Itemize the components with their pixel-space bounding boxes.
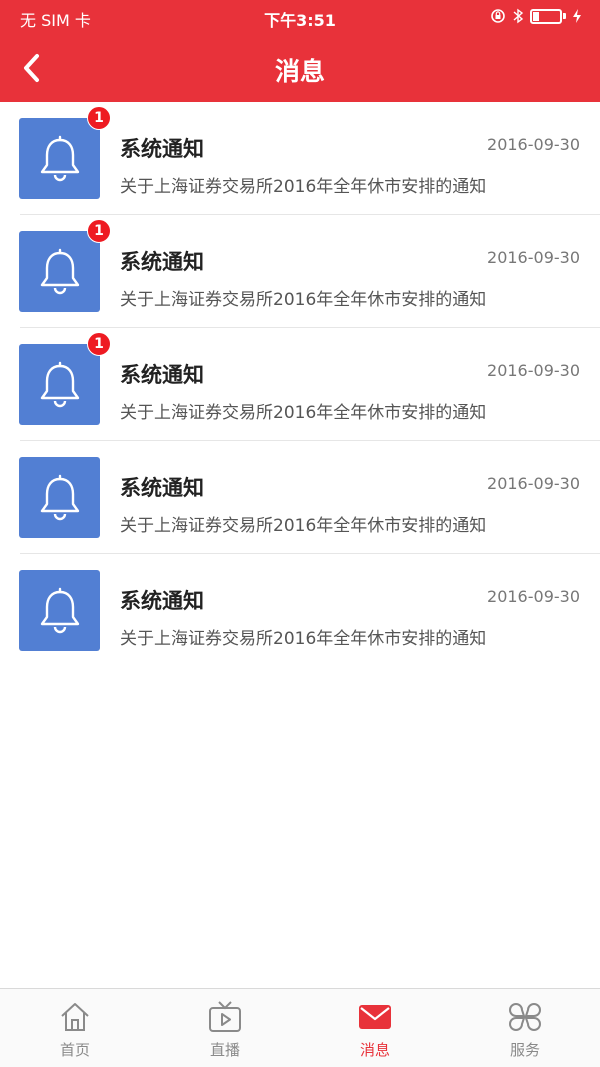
unread-badge: 1 <box>87 219 111 243</box>
message-icon-tile <box>19 570 100 651</box>
orientation-lock-icon <box>491 9 505 23</box>
message-item[interactable]: 1 系统通知 2016-09-30 关于上海证券交易所2016年全年休市安排的通… <box>0 215 600 328</box>
message-icon-tile <box>19 344 100 425</box>
grid-services-icon <box>507 999 543 1035</box>
bell-icon <box>40 474 79 520</box>
charging-icon <box>573 9 581 23</box>
message-desc: 关于上海证券交易所2016年全年休市安排的通知 <box>120 290 487 310</box>
message-item[interactable]: 系统通知 2016-09-30 关于上海证券交易所2016年全年休市安排的通知 <box>0 554 600 667</box>
tab-live[interactable]: 直播 <box>150 989 300 1067</box>
tab-bar: 首页 直播 消息 服务 <box>0 988 600 1067</box>
message-title: 系统通知 <box>120 137 204 161</box>
bell-icon <box>40 587 79 633</box>
message-item[interactable]: 1 系统通知 2016-09-30 关于上海证券交易所2016年全年休市安排的通… <box>0 328 600 441</box>
bell-icon <box>40 361 79 407</box>
page-title: 消息 <box>274 57 325 86</box>
home-icon <box>57 999 93 1035</box>
message-icon-tile <box>19 457 100 538</box>
bell-icon <box>40 248 79 294</box>
tab-label: 消息 <box>359 1041 390 1059</box>
message-title: 系统通知 <box>120 363 204 387</box>
bell-icon <box>40 135 79 181</box>
message-desc: 关于上海证券交易所2016年全年休市安排的通知 <box>120 177 487 197</box>
message-icon-tile <box>19 231 100 312</box>
message-item[interactable]: 系统通知 2016-09-30 关于上海证券交易所2016年全年休市安排的通知 <box>0 441 600 554</box>
message-desc: 关于上海证券交易所2016年全年休市安排的通知 <box>120 516 487 536</box>
message-date: 2016-09-30 <box>487 587 580 606</box>
mail-icon <box>357 999 393 1035</box>
unread-badge: 1 <box>87 332 111 356</box>
message-title: 系统通知 <box>120 476 204 500</box>
tab-label: 首页 <box>59 1041 90 1059</box>
message-date: 2016-09-30 <box>487 135 580 154</box>
tab-home[interactable]: 首页 <box>0 989 150 1067</box>
message-title: 系统通知 <box>120 589 204 613</box>
message-date: 2016-09-30 <box>487 474 580 493</box>
bluetooth-icon <box>513 8 524 24</box>
tab-services[interactable]: 服务 <box>450 989 600 1067</box>
status-icons <box>490 8 582 24</box>
message-list: 1 系统通知 2016-09-30 关于上海证券交易所2016年全年休市安排的通… <box>0 102 600 667</box>
battery-icon <box>530 8 566 24</box>
tv-play-icon <box>207 999 243 1035</box>
message-item[interactable]: 1 系统通知 2016-09-30 关于上海证券交易所2016年全年休市安排的通… <box>0 102 600 215</box>
message-title: 系统通知 <box>120 250 204 274</box>
message-icon-tile <box>19 118 100 199</box>
tab-label: 直播 <box>209 1041 240 1059</box>
tab-label: 服务 <box>509 1041 540 1059</box>
message-date: 2016-09-30 <box>487 248 580 267</box>
message-desc: 关于上海证券交易所2016年全年休市安排的通知 <box>120 629 487 649</box>
header: 无 SIM 卡 下午3:51 消息 <box>0 0 600 102</box>
message-desc: 关于上海证券交易所2016年全年休市安排的通知 <box>120 403 487 423</box>
tab-messages[interactable]: 消息 <box>300 989 450 1067</box>
unread-badge: 1 <box>87 106 111 130</box>
message-date: 2016-09-30 <box>487 361 580 380</box>
status-bar: 无 SIM 卡 下午3:51 <box>0 0 600 34</box>
